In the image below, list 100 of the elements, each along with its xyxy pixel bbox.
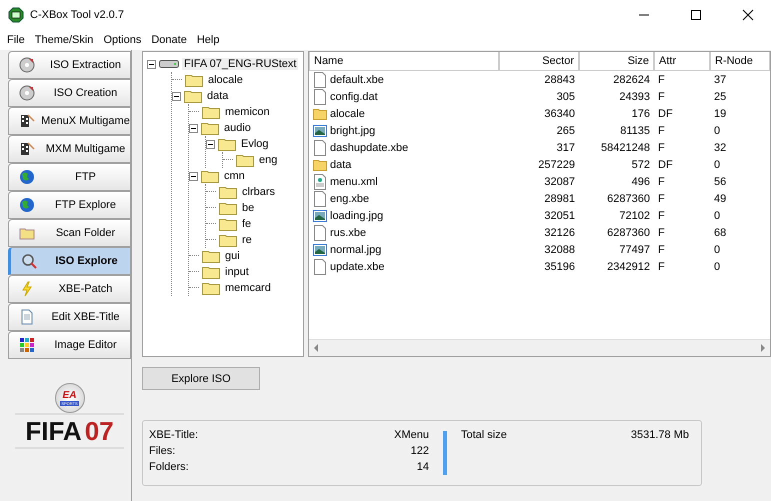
table-cell-text: 282624 xyxy=(612,74,651,86)
table-cell-text: 56 xyxy=(713,176,728,188)
column-header[interactable]: Attr xyxy=(654,52,710,71)
scroll-left-icon[interactable] xyxy=(312,344,320,352)
app-icon xyxy=(8,7,24,23)
table-cell-text: 58421248 xyxy=(600,142,651,154)
tree-item[interactable]: memicon xyxy=(223,106,272,118)
tree-item[interactable]: audio xyxy=(222,122,253,134)
sidebar-button[interactable]: ISO Explore xyxy=(8,247,131,275)
file-icon xyxy=(313,88,327,104)
tree-item[interactable]: cmn xyxy=(222,170,247,182)
sidebar-button[interactable]: Image Editor xyxy=(8,331,131,359)
info-label: Folders: xyxy=(149,461,189,475)
table-cell-text: 2342912 xyxy=(606,260,651,272)
table-cell-text: 0 xyxy=(713,210,722,222)
sidebar-button[interactable]: XBE-Patch xyxy=(8,275,131,303)
sidebar-button[interactable]: FTP xyxy=(8,163,131,191)
file-icon xyxy=(313,190,327,206)
table-cell-text: 32051 xyxy=(543,210,576,222)
collapse-toggle[interactable] xyxy=(206,140,215,148)
tree-item[interactable]: alocale xyxy=(206,74,245,86)
table-cell-text: 72102 xyxy=(618,210,651,222)
table-cell-text: F xyxy=(657,260,666,272)
table-cell-text: 317 xyxy=(556,142,576,154)
table-cell-text: 0 xyxy=(713,244,722,256)
sidebar-button[interactable]: ISO Extraction xyxy=(8,51,131,79)
drive-icon xyxy=(159,59,179,69)
file-name: alocale xyxy=(330,108,365,120)
table-cell-text: 32126 xyxy=(543,226,576,238)
menu-item[interactable]: Help xyxy=(192,34,224,46)
folder-icon xyxy=(202,265,220,279)
sidebar-button[interactable]: MenuX Multigame xyxy=(8,107,131,135)
globe-icon xyxy=(19,169,35,185)
sidebar-button[interactable]: Edit XBE-Title xyxy=(8,303,131,331)
tree-item[interactable]: gui xyxy=(223,250,242,262)
folder-icon xyxy=(185,73,203,87)
table-cell-text: 572 xyxy=(630,158,651,170)
folder-icon xyxy=(201,121,219,135)
column-header[interactable]: Size xyxy=(579,52,654,71)
tree-item[interactable]: input xyxy=(223,266,251,278)
tree-item[interactable]: fe xyxy=(240,218,254,230)
sidebar-button[interactable]: ISO Creation xyxy=(8,79,131,107)
sidebar-button[interactable]: MXM Multigame xyxy=(8,135,131,163)
collapse-toggle[interactable] xyxy=(189,124,198,132)
table-cell-text: 6287360 xyxy=(606,226,651,238)
tree-item[interactable]: clrbars xyxy=(240,186,278,198)
folder-icon xyxy=(219,217,237,231)
folder-icon xyxy=(218,137,236,151)
table-cell-text: 25 xyxy=(713,90,728,102)
collapse-toggle[interactable] xyxy=(189,172,198,180)
file-name: menu.xml xyxy=(330,176,378,188)
tree-item[interactable]: be xyxy=(240,202,256,214)
tree-item[interactable]: re xyxy=(240,234,254,246)
sidebar-button[interactable]: Scan Folder xyxy=(8,219,131,247)
tree-item[interactable]: eng xyxy=(257,154,280,166)
menu-item[interactable]: File xyxy=(2,34,30,46)
menu-item[interactable]: Theme/Skin xyxy=(30,34,98,46)
tree-item[interactable]: FIFA 07_ENG-RUStext xyxy=(182,58,298,70)
search-icon xyxy=(21,253,37,269)
file-name: dashupdate.xbe xyxy=(330,142,408,154)
menu-item[interactable]: Options xyxy=(98,34,146,46)
image-icon xyxy=(313,242,327,258)
info-label: Files: xyxy=(149,445,176,459)
column-header[interactable]: Sector xyxy=(499,52,579,71)
table-cell-text: 36340 xyxy=(543,108,576,120)
table-cell-text: F xyxy=(657,226,666,238)
flag-icon xyxy=(19,141,35,157)
file-name: update.xbe xyxy=(330,260,384,272)
image-icon xyxy=(313,208,327,224)
flag-icon xyxy=(19,113,35,129)
disc-icon xyxy=(19,57,35,73)
column-header[interactable]: R-Node xyxy=(710,52,770,71)
table-cell-text: F xyxy=(657,210,666,222)
table-cell-text: 32 xyxy=(713,142,728,154)
table-cell-text: 77497 xyxy=(618,244,651,256)
folder-icon xyxy=(219,233,237,247)
tree-item[interactable]: data xyxy=(205,90,230,102)
collapse-toggle[interactable] xyxy=(172,92,181,100)
table-cell-text: 37 xyxy=(713,74,728,86)
table-cell-text: 28981 xyxy=(543,192,576,204)
table-cell-text: 265 xyxy=(556,124,576,136)
sidebar-button[interactable]: FTP Explore xyxy=(8,191,131,219)
file-name: loading.jpg xyxy=(330,210,384,222)
menu-item[interactable]: Donate xyxy=(146,34,192,46)
table-cell-text: 496 xyxy=(630,176,651,188)
collapse-toggle[interactable] xyxy=(147,60,156,68)
tree-item[interactable]: memcard xyxy=(223,282,273,294)
folder-icon xyxy=(202,105,220,119)
info-value: 3531.78 Mb xyxy=(630,429,689,443)
table-cell-text: 49 xyxy=(713,192,728,204)
table-cell-text: DF xyxy=(657,108,674,120)
scroll-right-icon[interactable] xyxy=(759,344,767,352)
tree-item[interactable]: Evlog xyxy=(239,138,271,150)
explore-iso-button[interactable]: Explore ISO xyxy=(142,367,260,390)
table-cell-text: DF xyxy=(657,158,674,170)
game-logo: FIFA07 xyxy=(15,413,124,449)
info-value: 14 xyxy=(416,461,429,475)
info-label: XBE-Title: xyxy=(149,429,198,443)
table-cell-text: F xyxy=(657,192,666,204)
file-icon xyxy=(313,72,327,88)
